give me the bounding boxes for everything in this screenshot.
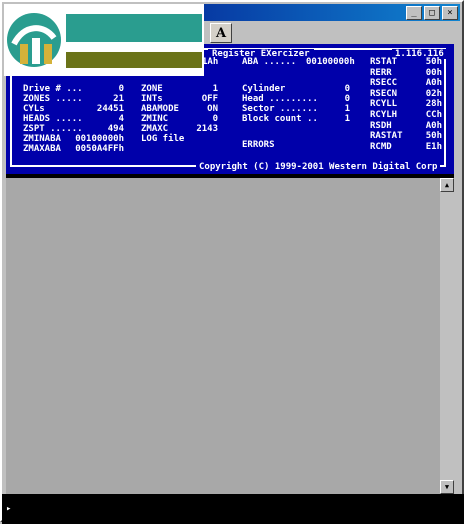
- drive-field-value: 0050A4FFh: [75, 144, 124, 154]
- app-window: _ □ × A Register EXercizer 1.116.116 Cop…: [0, 0, 464, 524]
- zone-field-label: ZONE: [141, 84, 163, 94]
- register-name: RCMD: [370, 141, 392, 152]
- register-value: CCh: [425, 110, 442, 120]
- zone-field-value: 0: [212, 114, 218, 124]
- drive-field-value: 21: [113, 94, 124, 104]
- window-controls: _ □ ×: [406, 6, 458, 20]
- address-field-value: 1: [344, 114, 350, 124]
- address-field-value: 0: [344, 94, 350, 104]
- zone-field-value: 2143: [196, 124, 218, 134]
- zone-field-label: INTs: [141, 94, 163, 104]
- zone-field-value: OFF: [201, 94, 218, 104]
- register-value: 50h: [425, 131, 442, 142]
- drive-field-label: Drive # ...: [23, 84, 83, 94]
- register-value: 00h: [425, 67, 442, 78]
- minimize-button[interactable]: _: [406, 6, 422, 20]
- close-button[interactable]: ×: [442, 6, 458, 20]
- drive-field-label: ZSPT ......: [23, 124, 83, 134]
- register-name: RSECC: [370, 78, 398, 89]
- drive-field-label: ZONES .....: [23, 94, 83, 104]
- register-value: 02h: [425, 88, 442, 99]
- vertical-scrollbar[interactable]: ▲ ▼: [440, 178, 454, 494]
- register-name: RERR: [370, 67, 392, 78]
- register-value: A0h: [425, 120, 442, 131]
- register-name: RASTAT: [370, 131, 403, 142]
- zone-field-value: 1: [212, 84, 218, 94]
- logo-bar-bottom: [66, 52, 202, 68]
- maximize-button[interactable]: □: [424, 6, 440, 20]
- logo-bar-top: [66, 14, 202, 42]
- register-value: 50h: [425, 57, 442, 67]
- zone-field-label: ABAMODE: [141, 104, 179, 114]
- aba-value: 00100000h: [306, 57, 355, 67]
- zone-field-value: ON: [207, 104, 218, 114]
- drive-field-label: ZMAXABA: [23, 144, 61, 154]
- logo-overlay: [4, 4, 204, 76]
- register-name: RCYLH: [370, 110, 398, 120]
- drive-field-value: 0: [118, 84, 124, 94]
- drive-field-label: HEADS .....: [23, 114, 83, 124]
- logo-icon: [7, 13, 61, 67]
- address-field-label: Sector .......: [242, 104, 318, 114]
- register-name: RSDH: [370, 120, 392, 131]
- drive-field-value: 24451: [96, 104, 124, 114]
- font-button[interactable]: A: [210, 23, 232, 43]
- drive-field-value: 494: [107, 124, 124, 134]
- scroll-up-icon[interactable]: ▲: [440, 178, 454, 192]
- scroll-down-icon[interactable]: ▼: [440, 480, 454, 494]
- zone-field-label: ZMAXC: [141, 124, 169, 134]
- address-field-label: Block count ..: [242, 114, 318, 124]
- zone-top-value: 1Ah: [202, 57, 219, 67]
- output-area: [6, 178, 440, 494]
- drive-field-value: 4: [118, 114, 124, 124]
- errors-label: ERRORS: [242, 140, 275, 150]
- address-field-label: Head .........: [242, 94, 318, 104]
- zone-field-label: ZMINC: [141, 114, 169, 124]
- register-value: 28h: [425, 99, 442, 110]
- register-name: RSTAT: [370, 57, 398, 67]
- drive-field-value: 00100000h: [75, 134, 124, 144]
- register-name: RCYLL: [370, 99, 398, 110]
- register-value: E1h: [425, 141, 442, 152]
- prompt-icon: ▸: [6, 504, 12, 514]
- copyright-line: Copyright (C) 1999-2001 Western Digital …: [196, 162, 441, 172]
- command-line[interactable]: ▸: [2, 494, 464, 524]
- address-field-label: Cylinder: [242, 84, 286, 94]
- aba-label: ABA ......: [242, 57, 297, 67]
- register-value: A0h: [425, 78, 442, 89]
- address-field-value: 1: [344, 104, 350, 114]
- address-field-value: 0: [344, 84, 350, 94]
- zone-field-label: LOG file: [141, 134, 185, 144]
- register-name: RSECN: [370, 88, 398, 99]
- drive-field-label: CYLs: [23, 104, 45, 114]
- drive-field-label: ZMINABA: [23, 134, 61, 144]
